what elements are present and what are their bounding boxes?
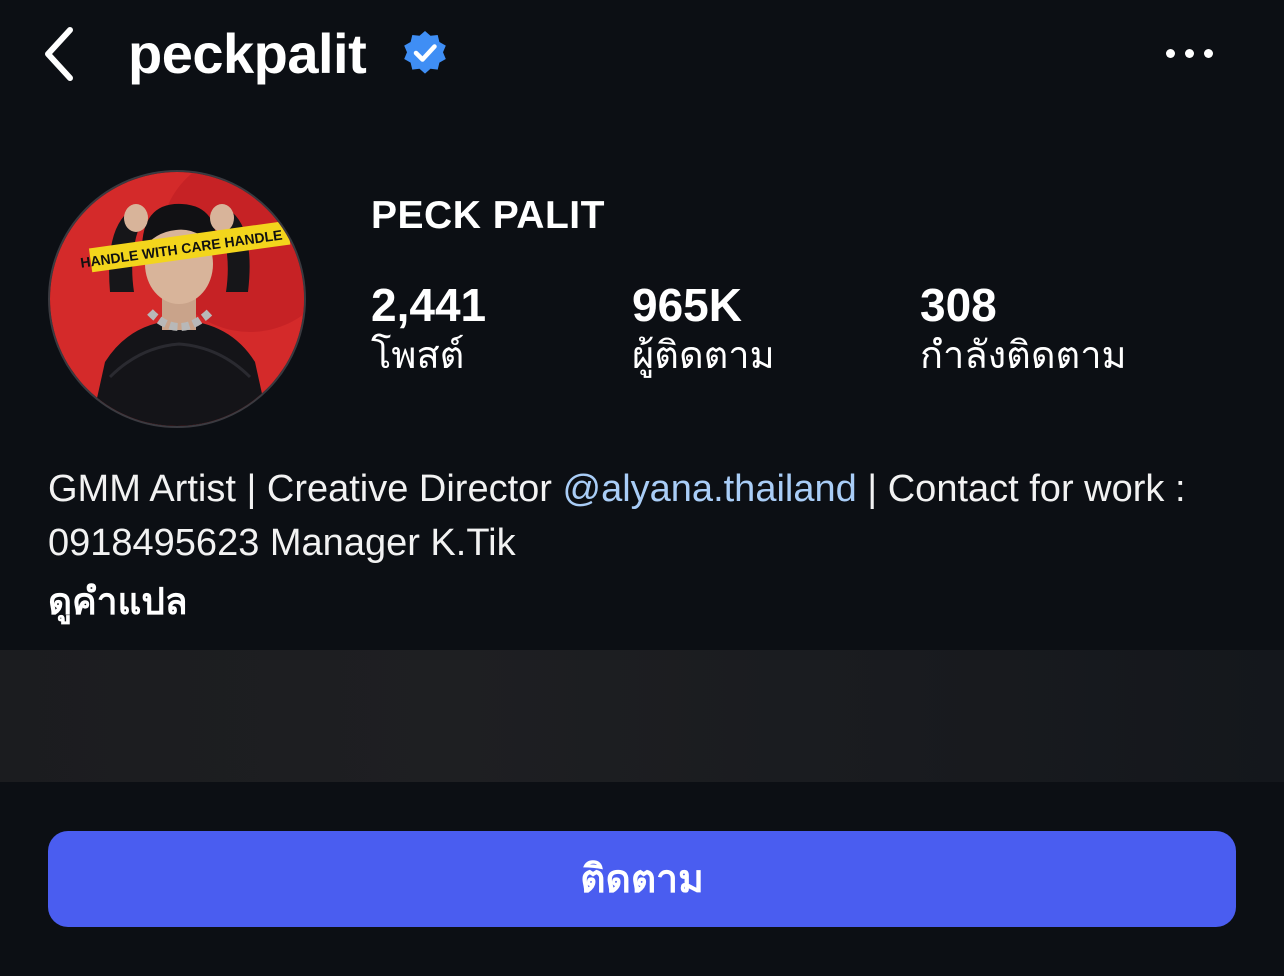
profile-bio: GMM Artist | Creative Director @alyana.t… xyxy=(48,462,1248,570)
avatar-photo: HANDLE WITH CARE HANDLE W xyxy=(50,172,304,426)
top-navigation-bar: peckpalit xyxy=(0,0,1284,110)
posts-count-value: 2,441 xyxy=(371,279,487,331)
followers-count[interactable]: 965K ผู้ติดตาม xyxy=(632,278,775,378)
following-count-label: กำลังติดตาม xyxy=(920,335,1127,377)
more-horizontal-icon xyxy=(1165,48,1175,58)
followers-count-value: 965K xyxy=(632,279,742,331)
posts-count[interactable]: 2,441 โพสต์ xyxy=(371,278,486,378)
story-highlights-area xyxy=(0,650,1284,782)
posts-count-label: โพสต์ xyxy=(371,335,465,377)
bio-text-before: GMM Artist | Creative Director xyxy=(48,468,563,510)
see-translation-link[interactable]: ดูคำแปล xyxy=(48,572,188,631)
follow-button[interactable]: ติดตาม xyxy=(48,831,1236,927)
following-count-value: 308 xyxy=(920,279,997,331)
profile-avatar[interactable]: HANDLE WITH CARE HANDLE W xyxy=(48,170,306,428)
verified-badge-icon xyxy=(404,31,446,74)
chevron-left-icon xyxy=(45,27,73,81)
back-button[interactable] xyxy=(30,20,90,88)
profile-username: peckpalit xyxy=(128,22,367,85)
following-count[interactable]: 308 กำลังติดตาม xyxy=(920,278,1127,378)
followers-count-label: ผู้ติดตาม xyxy=(632,335,775,377)
profile-display-name: PECK PALIT xyxy=(371,194,605,237)
profile-screen: peckpalit HANDLE WITH CARE HANDLE W PECK… xyxy=(0,0,1284,976)
more-options-button[interactable] xyxy=(1150,28,1228,78)
bio-mention-link[interactable]: @alyana.thailand xyxy=(563,468,857,510)
